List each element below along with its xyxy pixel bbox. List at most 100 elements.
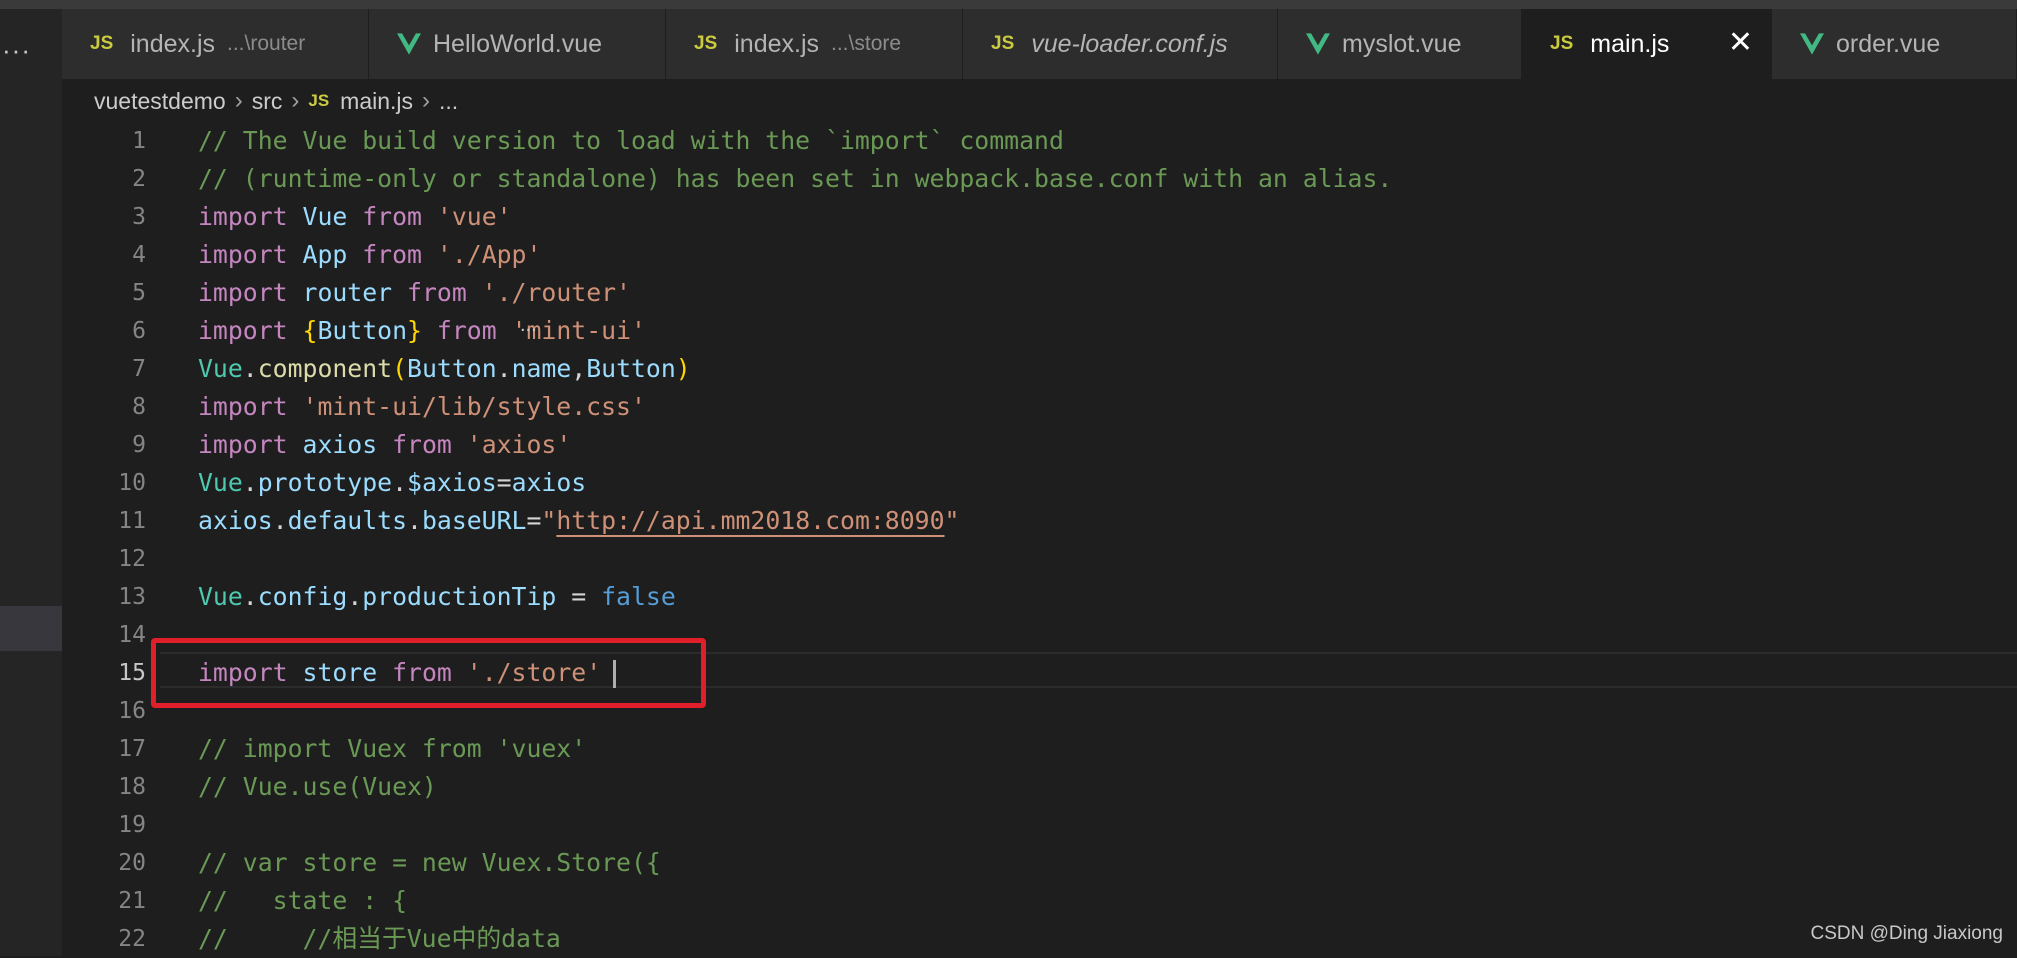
code-text: // The Vue build version to load with th… — [198, 122, 1064, 160]
code-line[interactable]: 20 // var store = new Vuex.Store({ — [62, 844, 2017, 882]
js-file-icon: JS — [694, 33, 718, 54]
code-line[interactable]: 17 // import Vuex from 'vuex' — [62, 730, 2017, 768]
code-line[interactable]: 19 — [62, 806, 2017, 844]
code-token: Vue — [198, 468, 243, 497]
code-token: // (runtime-only or standalone) has been… — [198, 164, 1393, 193]
chevron-right-icon: › — [422, 87, 431, 114]
code-token: http://api.mm2018.com:8090 — [556, 506, 945, 535]
tab-index-js-store[interactable]: JS index.js ...\store — [666, 9, 963, 79]
tab-helloworld-vue[interactable]: HelloWorld.vue — [369, 9, 666, 79]
code-text: // (runtime-only or standalone) has been… — [198, 160, 1392, 198]
annotation-highlight-box — [151, 638, 706, 708]
code-line[interactable]: 21 // state : { — [62, 882, 2017, 920]
code-token: axios — [302, 430, 378, 459]
code-text: Vue.config.productionTip = false — [198, 578, 676, 616]
code-token: 'vue' — [436, 202, 512, 231]
code-line[interactable]: 10 Vue.prototype.$axios=axios — [62, 464, 2017, 502]
tab-index-js-router[interactable]: JS index.js ...\router — [62, 9, 369, 79]
line-number: 8 — [132, 394, 146, 420]
line-number: 4 — [132, 242, 146, 268]
more-actions-icon[interactable]: ··· — [2, 35, 31, 66]
line-number: 5 — [132, 280, 146, 306]
tab-label: HelloWorld.vue — [433, 29, 603, 58]
code-token: baseURL — [421, 506, 527, 535]
breadcrumb-item-project[interactable]: vuetestdemo — [94, 88, 226, 115]
code-token: // Vue.use(Vuex) — [198, 772, 437, 801]
code-token: 'mint-ui/lib/style.css' — [302, 392, 646, 421]
code-line[interactable]: 5 import router from './router' — [62, 274, 2017, 312]
code-token: productionTip — [362, 582, 557, 611]
line-number: 15 — [118, 660, 146, 686]
code-token: from — [362, 202, 422, 231]
code-token: // //相当于Vue中的data — [198, 924, 561, 953]
code-line[interactable]: 7 Vue.component(Button.name,Button) — [62, 350, 2017, 388]
editor-tab-bar: JS index.js ...\router HelloWorld.vue JS… — [62, 9, 2017, 79]
breadcrumb-item-file[interactable]: main.js — [340, 88, 413, 115]
code-token: // state : { — [198, 886, 408, 915]
code-token: = — [496, 468, 512, 497]
close-tab-icon[interactable]: ✕ — [1728, 28, 1753, 58]
code-token: import — [198, 202, 288, 231]
tab-myslot-vue[interactable]: myslot.vue — [1278, 9, 1522, 79]
vue-file-icon — [1306, 33, 1330, 55]
code-text: import Vue from 'vue' — [198, 198, 512, 236]
code-token: , — [571, 354, 587, 383]
code-token: . — [392, 468, 408, 497]
code-token: . — [242, 354, 258, 383]
line-number: 20 — [118, 850, 146, 876]
chevron-right-icon: › — [234, 87, 243, 114]
code-text: // //相当于Vue中的data — [198, 920, 561, 958]
line-number: 14 — [118, 622, 146, 648]
code-token: name — [511, 354, 572, 383]
code-line[interactable]: 11 axios.defaults.baseURL="http://api.mm2… — [62, 502, 2017, 540]
activity-bar-selected-item[interactable] — [0, 606, 62, 651]
js-file-icon: JS — [1550, 33, 1574, 54]
code-token: false — [601, 582, 676, 611]
tab-main-js[interactable]: JS main.js ✕ — [1522, 9, 1772, 79]
code-line[interactable]: 9 import axios from 'axios' — [62, 426, 2017, 464]
code-line[interactable]: 13 Vue.config.productionTip = false — [62, 578, 2017, 616]
code-editor[interactable]: 1 // The Vue build version to load with t… — [62, 122, 2017, 956]
code-token: ) — [675, 354, 691, 383]
breadcrumb-item-symbol[interactable]: ... — [439, 88, 458, 115]
tab-vue-loader-conf-js[interactable]: JS vue-loader.conf.js — [963, 9, 1278, 79]
breadcrumb-item-folder[interactable]: src — [252, 88, 283, 115]
code-token: } — [407, 316, 422, 345]
code-token: import — [198, 430, 288, 459]
code-text: Vue.component(Button.name,Button) — [198, 350, 691, 388]
tab-description: ...\store — [831, 32, 902, 55]
code-line[interactable]: 4 import App from './App' — [62, 236, 2017, 274]
code-token: . — [347, 582, 363, 611]
code-token: config — [257, 582, 348, 611]
code-text: axios.defaults.baseURL="http://api.mm201… — [198, 502, 959, 540]
code-line[interactable]: 3 import Vue from 'vue' — [62, 198, 2017, 236]
line-number: 19 — [118, 812, 146, 838]
suggestion-hint-dots[interactable]: ... — [520, 315, 537, 335]
line-number: 21 — [118, 888, 146, 914]
code-line[interactable]: 8 import 'mint-ui/lib/style.css' — [62, 388, 2017, 426]
tab-label: myslot.vue — [1342, 29, 1462, 58]
line-number: 17 — [118, 736, 146, 762]
code-token: Vue — [198, 582, 243, 611]
code-line[interactable]: 12 — [62, 540, 2017, 578]
code-line[interactable]: 2 // (runtime-only or standalone) has bee… — [62, 160, 2017, 198]
code-token: from — [436, 316, 497, 345]
code-line[interactable]: 6 import {Button} from 'mint-ui'... — [62, 312, 2017, 350]
code-token: defaults — [287, 506, 408, 535]
code-token: // The Vue build version to load with th… — [198, 126, 1064, 155]
tab-order-vue[interactable]: order.vue — [1772, 9, 2017, 79]
code-text: // import Vuex from 'vuex' — [198, 730, 586, 768]
code-token: { — [302, 316, 318, 345]
code-line[interactable]: 22 // //相当于Vue中的data — [62, 920, 2017, 958]
code-token: . — [242, 468, 258, 497]
code-token: Button — [407, 354, 497, 383]
code-line[interactable]: 1 // The Vue build version to load with t… — [62, 122, 2017, 160]
code-line[interactable]: 18 // Vue.use(Vuex) — [62, 768, 2017, 806]
